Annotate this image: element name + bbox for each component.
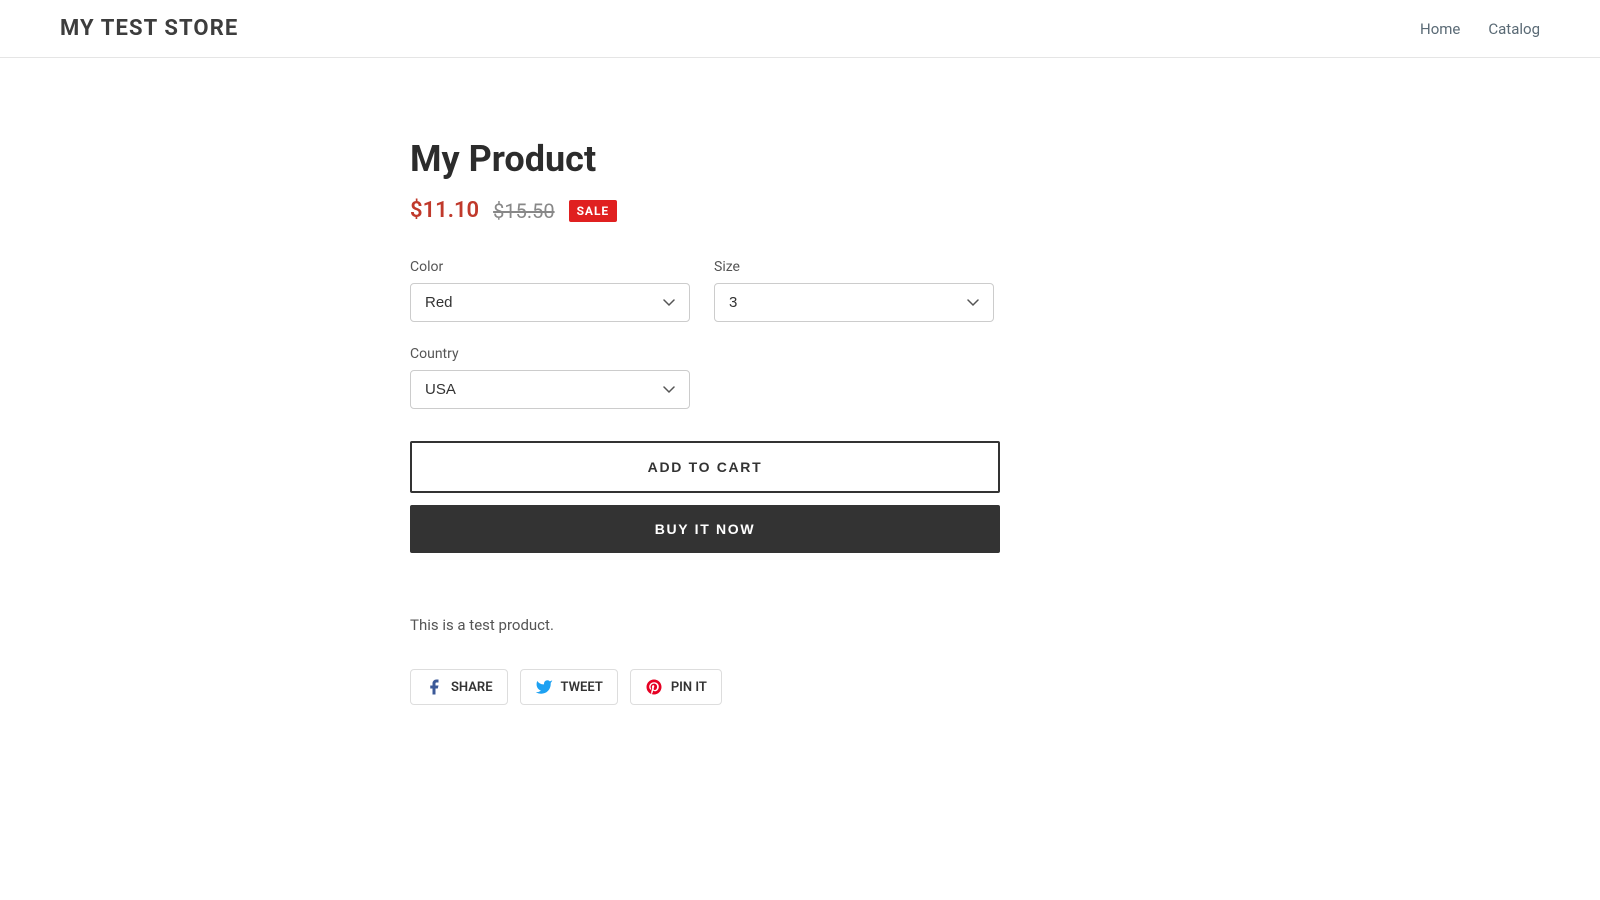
share-label: SHARE xyxy=(451,680,493,695)
pinterest-icon xyxy=(645,678,663,696)
twitter-icon xyxy=(535,678,553,696)
product-description: This is a test product. xyxy=(410,613,1190,637)
sale-price: $11.10 xyxy=(410,198,479,223)
color-size-row: Color Red Blue Green Black White Size 1 … xyxy=(410,259,1190,322)
country-label: Country xyxy=(410,346,690,362)
country-option-group: Country USA Canada UK Australia xyxy=(410,346,690,409)
nav-catalog[interactable]: Catalog xyxy=(1488,20,1540,38)
sale-badge: SALE xyxy=(569,200,618,222)
facebook-share-button[interactable]: SHARE xyxy=(410,669,508,705)
options-section: Color Red Blue Green Black White Size 1 … xyxy=(410,259,1190,409)
pin-label: PIN IT xyxy=(671,680,707,695)
pinterest-pin-button[interactable]: PIN IT xyxy=(630,669,722,705)
nav-home[interactable]: Home xyxy=(1420,20,1460,38)
country-row: Country USA Canada UK Australia xyxy=(410,346,1190,409)
product-title: My Product xyxy=(410,138,1190,180)
size-option-group: Size 1 2 3 4 5 xyxy=(714,259,994,322)
color-select[interactable]: Red Blue Green Black White xyxy=(410,283,690,322)
country-select[interactable]: USA Canada UK Australia xyxy=(410,370,690,409)
social-share-section: SHARE TWEET PIN IT xyxy=(410,669,1190,705)
size-label: Size xyxy=(714,259,994,275)
facebook-icon xyxy=(425,678,443,696)
add-to-cart-button[interactable]: ADD TO CART xyxy=(410,441,1000,493)
twitter-tweet-button[interactable]: TWEET xyxy=(520,669,618,705)
tweet-label: TWEET xyxy=(561,680,603,695)
color-option-group: Color Red Blue Green Black White xyxy=(410,259,690,322)
color-label: Color xyxy=(410,259,690,275)
buttons-section: ADD TO CART BUY IT NOW xyxy=(410,441,1190,553)
price-section: $11.10 $15.50 SALE xyxy=(410,198,1190,223)
main-nav: Home Catalog xyxy=(1420,20,1540,38)
size-select[interactable]: 1 2 3 4 5 xyxy=(714,283,994,322)
buy-it-now-button[interactable]: BUY IT NOW xyxy=(410,505,1000,553)
store-title: MY TEST STORE xyxy=(60,16,238,41)
original-price: $15.50 xyxy=(493,199,554,223)
